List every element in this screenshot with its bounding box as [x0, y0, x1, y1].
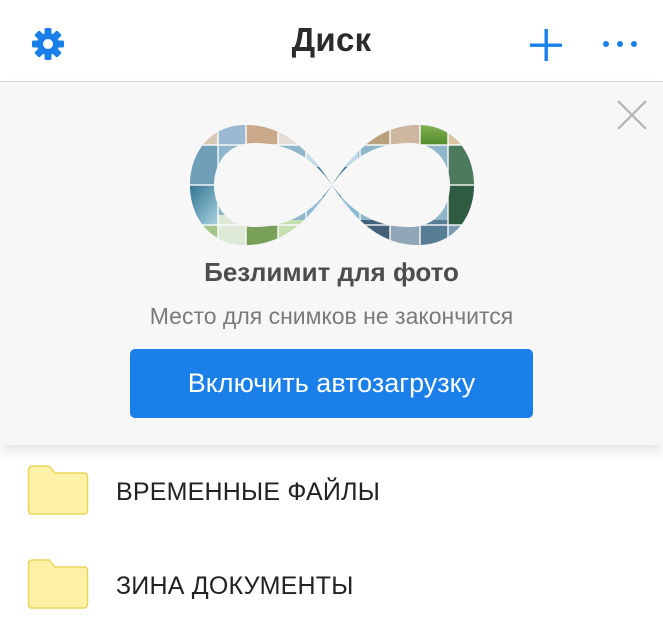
plus-icon[interactable]	[527, 26, 565, 64]
folder-name: ЗИНА ДОКУМЕНТЫ	[116, 572, 354, 600]
list-item-folder[interactable]: ЗИНА ДОКУМЕНТЫ	[0, 539, 663, 631]
infinity-photo-collage	[188, 105, 476, 265]
promo-subtitle: Место для снимков не закончится	[149, 303, 514, 329]
close-icon[interactable]	[614, 97, 650, 133]
more-horizontal-icon[interactable]	[600, 30, 640, 58]
folder-name: ВРЕМЕННЫЕ ФАЙЛЫ	[116, 478, 381, 506]
folder-icon	[27, 558, 89, 610]
promo-title: Безлимит для фото	[204, 257, 459, 287]
top-bar: Диск	[0, 0, 663, 82]
folder-icon	[27, 464, 89, 516]
autoupload-promo-card: Безлимит для фото Место для снимков не з…	[0, 83, 663, 445]
list-item-folder[interactable]: ВРЕМЕННЫЕ ФАЙЛЫ	[0, 445, 663, 537]
disk-app: Диск Безлимит для фото Место для снимков…	[0, 0, 663, 642]
enable-autoupload-button[interactable]: Включить автозагрузку	[130, 349, 533, 418]
